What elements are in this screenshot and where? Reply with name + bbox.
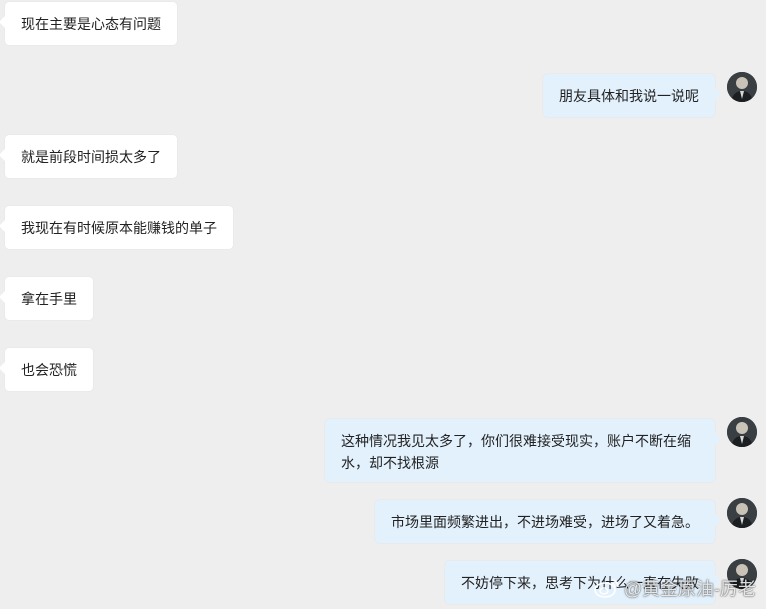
message-text: 这种情况我见太多了，你们很难接受现实，账户不断在缩水，却不找根源 xyxy=(341,434,691,472)
message-bubble-left: 也会恐慌 xyxy=(0,348,93,391)
message-bubble-left: 我现在有时候原本能赚钱的单子 xyxy=(0,206,233,249)
message-bubble-left: 就是前段时间损太多了 xyxy=(0,135,177,178)
message-text: 拿在手里 xyxy=(21,292,77,308)
message-bubble-right: 朋友具体和我说一说呢 xyxy=(543,74,721,117)
message-bubble-right: 市场里面频繁进出，不进场难受，进场了又着急。 xyxy=(375,500,721,543)
weibo-logo-icon xyxy=(593,578,620,598)
message-bubble-left: 现在主要是心态有问题 xyxy=(0,2,177,45)
message-text: 我现在有时候原本能赚钱的单子 xyxy=(21,221,217,237)
user-avatar[interactable] xyxy=(727,417,757,447)
message-text: 朋友具体和我说一说呢 xyxy=(559,89,699,105)
watermark-text: @黄金原油-厉老 xyxy=(623,579,756,599)
message-text: 市场里面频繁进出，不进场难受，进场了又着急。 xyxy=(391,515,699,531)
user-avatar[interactable] xyxy=(727,498,757,528)
watermark: @黄金原油-厉老 xyxy=(593,575,756,601)
message-text: 也会恐慌 xyxy=(21,363,77,379)
message-text: 现在主要是心态有问题 xyxy=(21,17,161,33)
message-bubble-left: 拿在手里 xyxy=(0,277,93,320)
message-text: 就是前段时间损太多了 xyxy=(21,150,161,166)
message-bubble-right: 这种情况我见太多了，你们很难接受现实，账户不断在缩水，却不找根源 xyxy=(325,419,721,482)
user-avatar[interactable] xyxy=(727,72,757,102)
